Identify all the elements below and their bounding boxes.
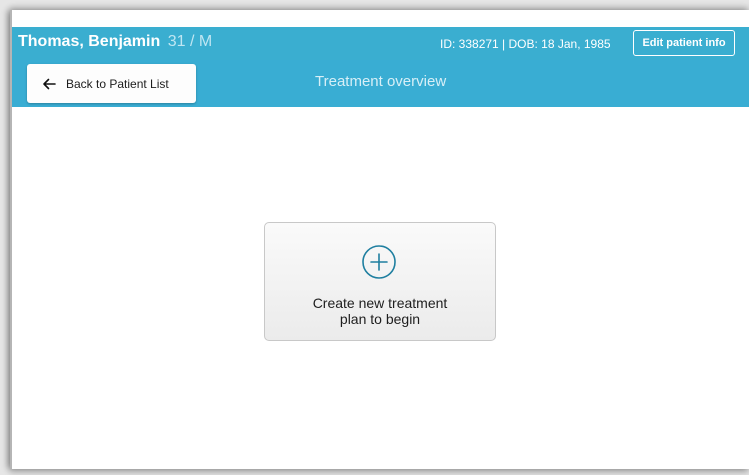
back-to-patient-list-button[interactable]: Back to Patient List — [27, 64, 196, 103]
create-treatment-plan-button[interactable]: Create new treatment plan to begin — [264, 222, 496, 341]
patient-name: Thomas, Benjamin — [18, 33, 161, 50]
patient-id-dob: ID: 338271 | DOB: 18 Jan, 1985 — [440, 37, 611, 51]
edit-patient-info-button[interactable]: Edit patient info — [633, 30, 735, 56]
plus-circle-icon — [362, 245, 396, 279]
window-top-edge — [10, 10, 749, 27]
create-label-line-2: plan to begin — [339, 311, 421, 327]
page-title: Treatment overview — [315, 73, 447, 90]
window-left-border — [10, 10, 12, 469]
create-label-line-1: Create new treatment — [312, 295, 448, 311]
create-treatment-plan-label: Create new treatment plan to begin — [265, 295, 495, 327]
patient-name-line: Thomas, Benjamin 31 / M — [18, 33, 212, 51]
app-window: Thomas, Benjamin 31 / M ID: 338271 | DOB… — [10, 10, 749, 469]
patient-age-sex: 31 / M — [167, 33, 213, 50]
arrow-left-icon — [43, 78, 56, 89]
back-button-label: Back to Patient List — [66, 76, 169, 91]
